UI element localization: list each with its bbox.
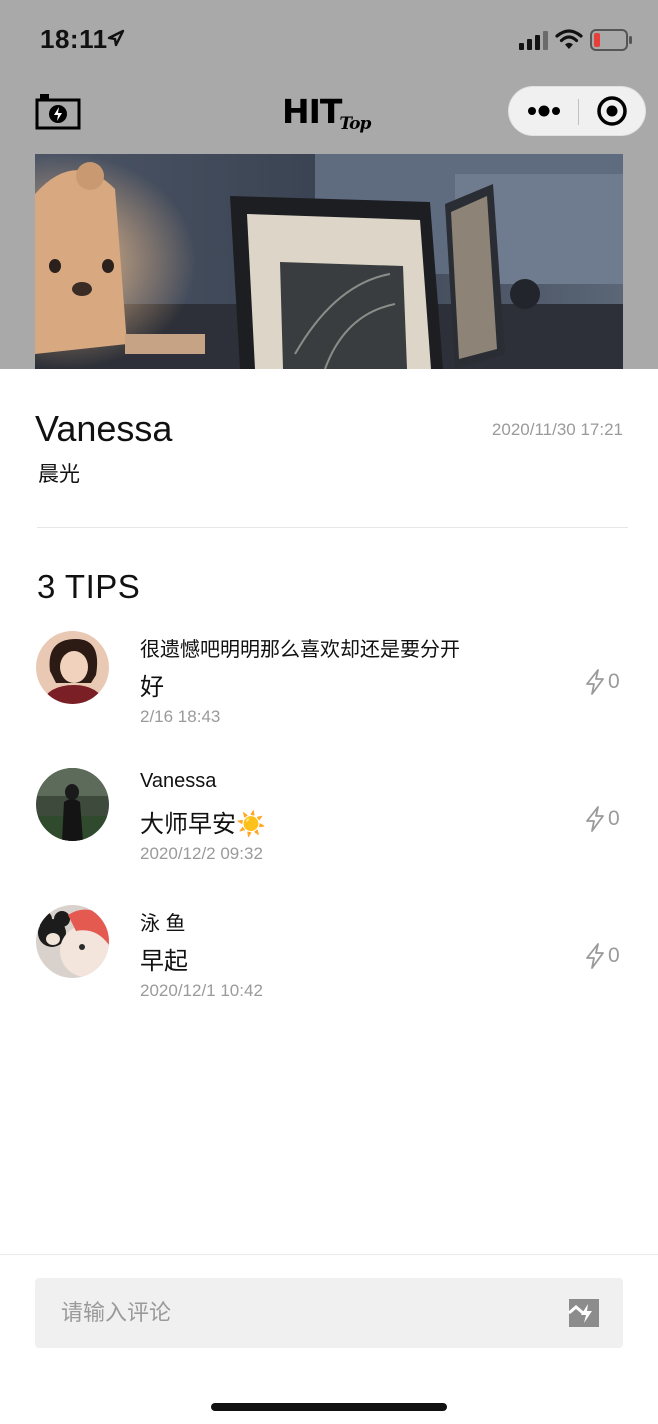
post-date: 2020/11/30 17:21 [491,420,623,439]
comment-item: 泳 鱼 早起 2020/12/1 10:42 0 [0,905,658,1015]
like-button[interactable]: 0 [584,941,620,971]
like-count: 0 [608,670,620,693]
close-mini-program-button[interactable] [579,87,647,135]
sun-emoji-icon: ☀️ [236,811,266,838]
image-upload-icon[interactable] [568,1298,600,1328]
section-divider [37,527,628,528]
like-count: 0 [608,807,620,830]
avatar[interactable] [36,768,109,841]
comment-time: 2/16 18:43 [140,707,221,726]
comment-text-content: 好 [140,674,164,701]
comment-text-content: 大师早安 [140,811,236,838]
comment-time: 2020/12/2 09:32 [140,844,263,863]
brand-name: HIT [282,92,342,131]
lightning-icon [586,943,604,969]
more-button[interactable] [509,87,578,135]
like-button[interactable]: 0 [584,804,620,834]
comment-text-content: 早起 [140,948,188,975]
comment-item: Vanessa 大师早安☀️ 2020/12/2 09:32 0 [0,768,658,878]
battery-icon [590,29,632,51]
wifi-icon [555,29,583,49]
brand-sub: Top [339,114,371,134]
input-bar-divider [0,1254,658,1255]
comment-author: 泳 鱼 [140,913,186,935]
status-bar: 18:11 [0,0,658,80]
lightning-icon [586,669,604,695]
mini-program-capsule [508,86,646,136]
post-author: Vanessa [35,408,173,449]
home-indicator [211,1403,447,1411]
like-button[interactable]: 0 [584,667,620,697]
tips-count: 3 TIPS [37,568,141,605]
nav-bar: HITTop [0,80,658,154]
like-count: 0 [608,944,620,967]
post-photo[interactable] [35,154,623,369]
comment-author: Vanessa [140,770,217,792]
comment-text: 早起 [140,941,188,976]
brand-logo: HITTop [282,92,372,134]
cellular-signal-icon [519,31,548,50]
comment-author: 很遗憾吧明明那么喜欢却还是要分开 [140,639,460,661]
lightning-icon [586,806,604,832]
target-close-icon [597,96,627,126]
comment-item: 很遗憾吧明明那么喜欢却还是要分开 好 2/16 18:43 0 [0,631,658,741]
top-overlay: 18:11 HITTop [0,0,658,369]
post-title: 晨光 [38,463,80,486]
avatar[interactable] [36,905,109,978]
comment-text: 大师早安☀️ [140,804,266,839]
avatar[interactable] [36,631,109,704]
location-arrow-icon [107,29,125,47]
comment-time: 2020/12/1 10:42 [140,981,263,1000]
comment-text: 好 [140,667,164,702]
more-dots-icon [528,105,560,117]
comment-input[interactable] [35,1278,623,1348]
status-time: 18:11 [40,24,108,54]
flash-camera-icon[interactable] [34,90,82,130]
